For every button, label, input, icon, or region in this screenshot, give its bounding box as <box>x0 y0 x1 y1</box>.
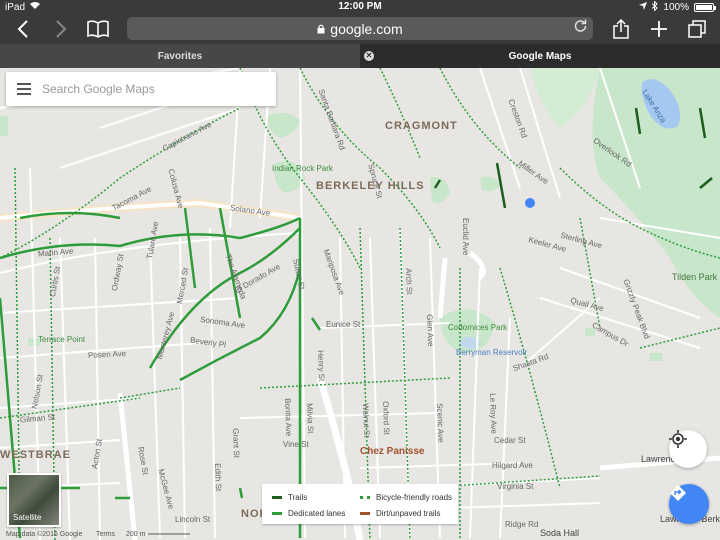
reload-button[interactable] <box>574 19 587 36</box>
map-canvas[interactable]: CRAGMONT BERKELEY HILLS WESTBRAE NORTH I… <box>0 68 720 540</box>
directions-button[interactable] <box>669 484 709 524</box>
tab-google-maps[interactable]: ✕ Google Maps <box>360 44 720 68</box>
back-button[interactable] <box>10 16 36 42</box>
park-area <box>480 176 500 192</box>
status-bar: iPad 12:00 PM 100% <box>0 0 720 14</box>
dedicated-swatch <box>272 512 282 515</box>
legend-label: Trails <box>288 493 308 502</box>
bike-friendly-swatch <box>360 496 370 499</box>
chevron-left-icon <box>17 20 28 38</box>
street-label: Ridge Rd <box>505 520 539 529</box>
street-label: Hilgard Ave <box>492 461 533 470</box>
legend-item-bike-friendly: Bicycle-friendly roads <box>360 493 452 502</box>
my-location-icon <box>669 430 687 448</box>
tab-favorites[interactable]: Favorites <box>0 44 360 68</box>
share-button[interactable] <box>608 16 634 42</box>
tabs-button[interactable] <box>684 16 710 42</box>
new-tab-button[interactable] <box>646 16 672 42</box>
plus-icon <box>651 21 667 37</box>
search-box[interactable]: Search Google Maps <box>6 72 276 106</box>
close-icon: ✕ <box>365 51 373 60</box>
road <box>117 392 138 540</box>
street-label: Virginia St <box>497 482 534 491</box>
browser-toolbar: google.com <box>0 14 720 44</box>
legend-label: Bicycle-friendly roads <box>376 493 453 502</box>
menu-icon[interactable] <box>6 83 42 95</box>
street-label: Glen Ave <box>425 314 436 347</box>
park-label: Terrace Point <box>38 335 86 344</box>
open-book-icon <box>87 20 109 38</box>
share-icon <box>613 19 629 39</box>
tab-label: Google Maps <box>508 50 572 62</box>
clock: 12:00 PM <box>338 1 382 12</box>
street-label: Arch St <box>404 268 414 295</box>
road <box>437 257 448 319</box>
street-label: Grant St <box>231 428 242 459</box>
street-label: Edith St <box>213 463 223 492</box>
bookmarks-button[interactable] <box>85 16 111 42</box>
bluetooth-icon <box>652 0 659 14</box>
legend-label: Dirt/unpaved trails <box>376 509 441 518</box>
street-label: Eunice St <box>326 320 361 329</box>
lock-icon <box>317 24 325 33</box>
map-data-credit: Map data ©2016 Google <box>6 531 83 538</box>
water-label: Berryman Reservoir <box>456 348 528 357</box>
park-label: Codornices Park <box>448 323 508 332</box>
park-area <box>650 353 662 361</box>
tab-label: Favorites <box>157 50 203 62</box>
address-text: google.com <box>330 20 403 37</box>
close-tab-button[interactable]: ✕ <box>364 51 374 61</box>
legend-item-dirt: Dirt/unpaved trails <box>360 509 440 518</box>
park-label: Tilden Park <box>672 272 718 282</box>
park-area <box>530 68 600 128</box>
park-area <box>0 116 8 136</box>
street-label: Cedar St <box>494 436 526 445</box>
current-location-dot <box>525 198 535 208</box>
area-label: CRAGMONT <box>385 120 458 132</box>
street-label: Walnut St <box>361 403 372 438</box>
tabs-icon <box>688 20 706 38</box>
forward-button[interactable] <box>48 16 74 42</box>
street-label: Vine St <box>283 440 309 449</box>
tab-bar: Favorites ✕ Google Maps <box>0 44 720 68</box>
chevron-right-icon <box>56 20 67 38</box>
street-label: Scenic Ave <box>435 403 446 443</box>
battery-icon <box>694 3 716 12</box>
search-input[interactable]: Search Google Maps <box>42 82 155 96</box>
legend-item-trails: Trails <box>272 493 307 502</box>
terms-link[interactable]: Terms <box>96 531 115 538</box>
park-area <box>267 112 300 138</box>
street-label: Lincoln St <box>175 515 211 524</box>
street-label: Bonita Ave <box>283 398 294 437</box>
street-label: Euclid Ave <box>461 218 470 256</box>
street-label: Oxford St <box>381 401 392 436</box>
street-label: Milvia St <box>305 403 316 434</box>
scale-label: 200 m <box>126 531 146 538</box>
status-right: 100% <box>639 0 716 14</box>
directions-icon <box>670 485 686 501</box>
bike-legend: Trails Dedicated lanes Bicycle-friendly … <box>262 484 458 524</box>
dirt-swatch <box>360 512 370 515</box>
location-arrow-icon <box>639 2 648 13</box>
street-label: Le Roy Ave <box>488 393 499 435</box>
poi-label: Chez Panisse <box>360 446 425 457</box>
park-label: Indian Rock Park <box>272 164 333 173</box>
trail-swatch <box>272 496 282 499</box>
map-footer: Map data ©2016 Google Terms 200 m <box>0 530 720 540</box>
reload-icon <box>574 19 587 32</box>
battery-percent: 100% <box>663 2 689 13</box>
address-bar[interactable]: google.com <box>127 17 593 40</box>
satellite-toggle[interactable]: Satellite <box>7 473 61 527</box>
road <box>468 251 486 280</box>
street-label: Henry St <box>316 350 327 382</box>
legend-label: Dedicated lanes <box>288 509 346 518</box>
satellite-label: Satellite <box>13 513 42 522</box>
my-location-button[interactable] <box>669 430 707 468</box>
area-label: WESTBRAE <box>0 449 71 461</box>
legend-item-dedicated: Dedicated lanes <box>272 509 345 518</box>
map-graphics <box>0 68 720 540</box>
